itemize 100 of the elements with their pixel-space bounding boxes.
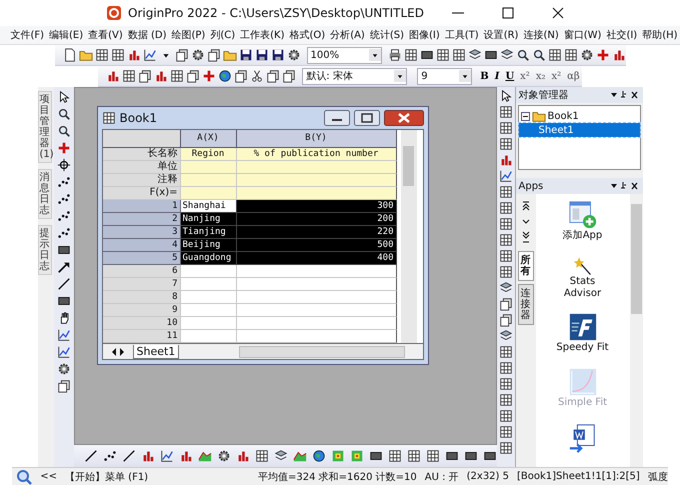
gear-icon[interactable] [580, 48, 594, 62]
line-icon[interactable] [122, 449, 136, 463]
data-cell[interactable]: Beijing [180, 239, 236, 252]
dots-icon[interactable] [56, 226, 70, 240]
table-icon[interactable] [254, 449, 268, 463]
table-icon[interactable] [498, 377, 512, 391]
line-icon[interactable] [84, 449, 98, 463]
table-icon[interactable] [498, 265, 512, 279]
table-icon[interactable] [122, 69, 136, 83]
table-icon[interactable] [406, 449, 420, 463]
surface-icon[interactable] [198, 449, 212, 463]
data-cell[interactable] [236, 265, 396, 278]
pages-icon[interactable] [234, 69, 248, 83]
data-cell[interactable] [236, 317, 396, 330]
linechart-icon[interactable] [498, 169, 512, 183]
arrow-icon[interactable] [56, 260, 70, 274]
format-button[interactable]: I [492, 68, 502, 84]
bars-icon[interactable] [178, 449, 192, 463]
rect-icon[interactable] [56, 294, 70, 308]
format-button[interactable]: x₂ [534, 68, 548, 84]
menu-item[interactable]: 设置(R) [482, 28, 520, 42]
table-icon[interactable] [498, 409, 512, 423]
table-icon[interactable] [498, 121, 512, 135]
table-icon[interactable] [388, 449, 402, 463]
plus-icon[interactable] [596, 48, 610, 62]
bars-icon[interactable] [498, 153, 512, 167]
tree-item[interactable]: Book1 [518, 109, 640, 123]
data-cell[interactable] [236, 304, 396, 317]
horizontal-scrollbar[interactable] [239, 346, 404, 358]
data-cell[interactable]: Shanghai [180, 200, 236, 213]
table-icon[interactable] [498, 361, 512, 375]
pages-icon[interactable] [138, 69, 152, 83]
bars-icon[interactable] [140, 449, 154, 463]
column-header[interactable]: B(Y) [236, 130, 396, 148]
vertical-scrollbar[interactable] [630, 194, 642, 467]
row-number[interactable]: 8 [102, 291, 180, 304]
magnifier-icon[interactable] [532, 48, 546, 62]
table-icon[interactable] [426, 449, 440, 463]
table-icon[interactable] [94, 48, 108, 62]
pages-icon[interactable] [266, 69, 280, 83]
collapse-toggle-icon[interactable] [520, 112, 530, 120]
row-number[interactable]: 3 [102, 226, 180, 239]
printer-icon[interactable] [388, 48, 402, 62]
table-icon[interactable] [498, 441, 512, 455]
row-number[interactable]: 1 [102, 200, 180, 213]
menu-item[interactable]: 图像(I) [407, 28, 442, 42]
menu-item[interactable]: 编辑(E) [47, 28, 86, 42]
font-size-dropdown[interactable]: 9 [417, 68, 472, 84]
menu-item[interactable]: 连接(N) [521, 28, 561, 42]
table-icon[interactable] [498, 201, 512, 215]
table-icon[interactable] [498, 217, 512, 231]
menu-item[interactable]: 窗口(W) [562, 28, 604, 42]
magnifier-icon[interactable] [516, 48, 530, 62]
table-icon[interactable] [404, 48, 418, 62]
side-tab[interactable]: 消息日志 [38, 169, 52, 219]
table-icon[interactable] [498, 185, 512, 199]
table-icon[interactable] [436, 48, 450, 62]
data-cell[interactable] [236, 330, 396, 343]
layers-icon[interactable] [468, 48, 482, 62]
bars-icon[interactable] [612, 48, 626, 62]
bars-icon[interactable] [126, 48, 140, 62]
data-cell[interactable] [236, 291, 396, 304]
linechart-icon[interactable] [142, 48, 156, 62]
rect-icon[interactable] [464, 449, 478, 463]
menu-item[interactable]: 帮助(H) [640, 28, 680, 42]
heatmap-icon[interactable] [330, 449, 344, 463]
data-cell[interactable]: 200 [236, 213, 396, 226]
layers-icon[interactable] [498, 281, 512, 295]
app-label[interactable]: Speedy Fit [552, 342, 614, 354]
surface-icon[interactable] [292, 449, 306, 463]
table-icon[interactable] [498, 105, 512, 119]
word-export-icon[interactable] [568, 423, 598, 454]
layers-icon[interactable] [274, 449, 288, 463]
table-icon[interactable] [498, 233, 512, 247]
line-icon[interactable] [56, 277, 70, 291]
globe-icon[interactable] [218, 69, 232, 83]
menu-item[interactable]: 数据 (D) [126, 28, 168, 42]
gear-icon[interactable] [216, 449, 230, 463]
table-icon[interactable] [498, 345, 512, 359]
rect-icon[interactable] [444, 449, 458, 463]
data-cell[interactable] [236, 278, 396, 291]
table-icon[interactable] [498, 425, 512, 439]
dots-icon[interactable] [56, 209, 70, 223]
heatmap-icon[interactable] [350, 449, 364, 463]
rect-icon[interactable] [420, 48, 434, 62]
pages-icon[interactable] [282, 69, 296, 83]
pages-icon[interactable] [56, 379, 70, 393]
rect-icon[interactable] [482, 449, 496, 463]
row-number[interactable]: 4 [102, 239, 180, 252]
panel-controls-icon[interactable] [610, 181, 640, 191]
gear-icon[interactable] [286, 48, 300, 62]
table-icon[interactable] [564, 48, 578, 62]
table-icon[interactable] [498, 249, 512, 263]
close-icon[interactable] [384, 110, 424, 126]
pages-icon[interactable] [498, 313, 512, 327]
maximize-icon[interactable] [354, 110, 380, 126]
data-cell[interactable]: 220 [236, 226, 396, 239]
rect-icon[interactable] [368, 449, 382, 463]
folder-icon[interactable] [78, 48, 92, 62]
plus-icon[interactable] [202, 69, 216, 83]
